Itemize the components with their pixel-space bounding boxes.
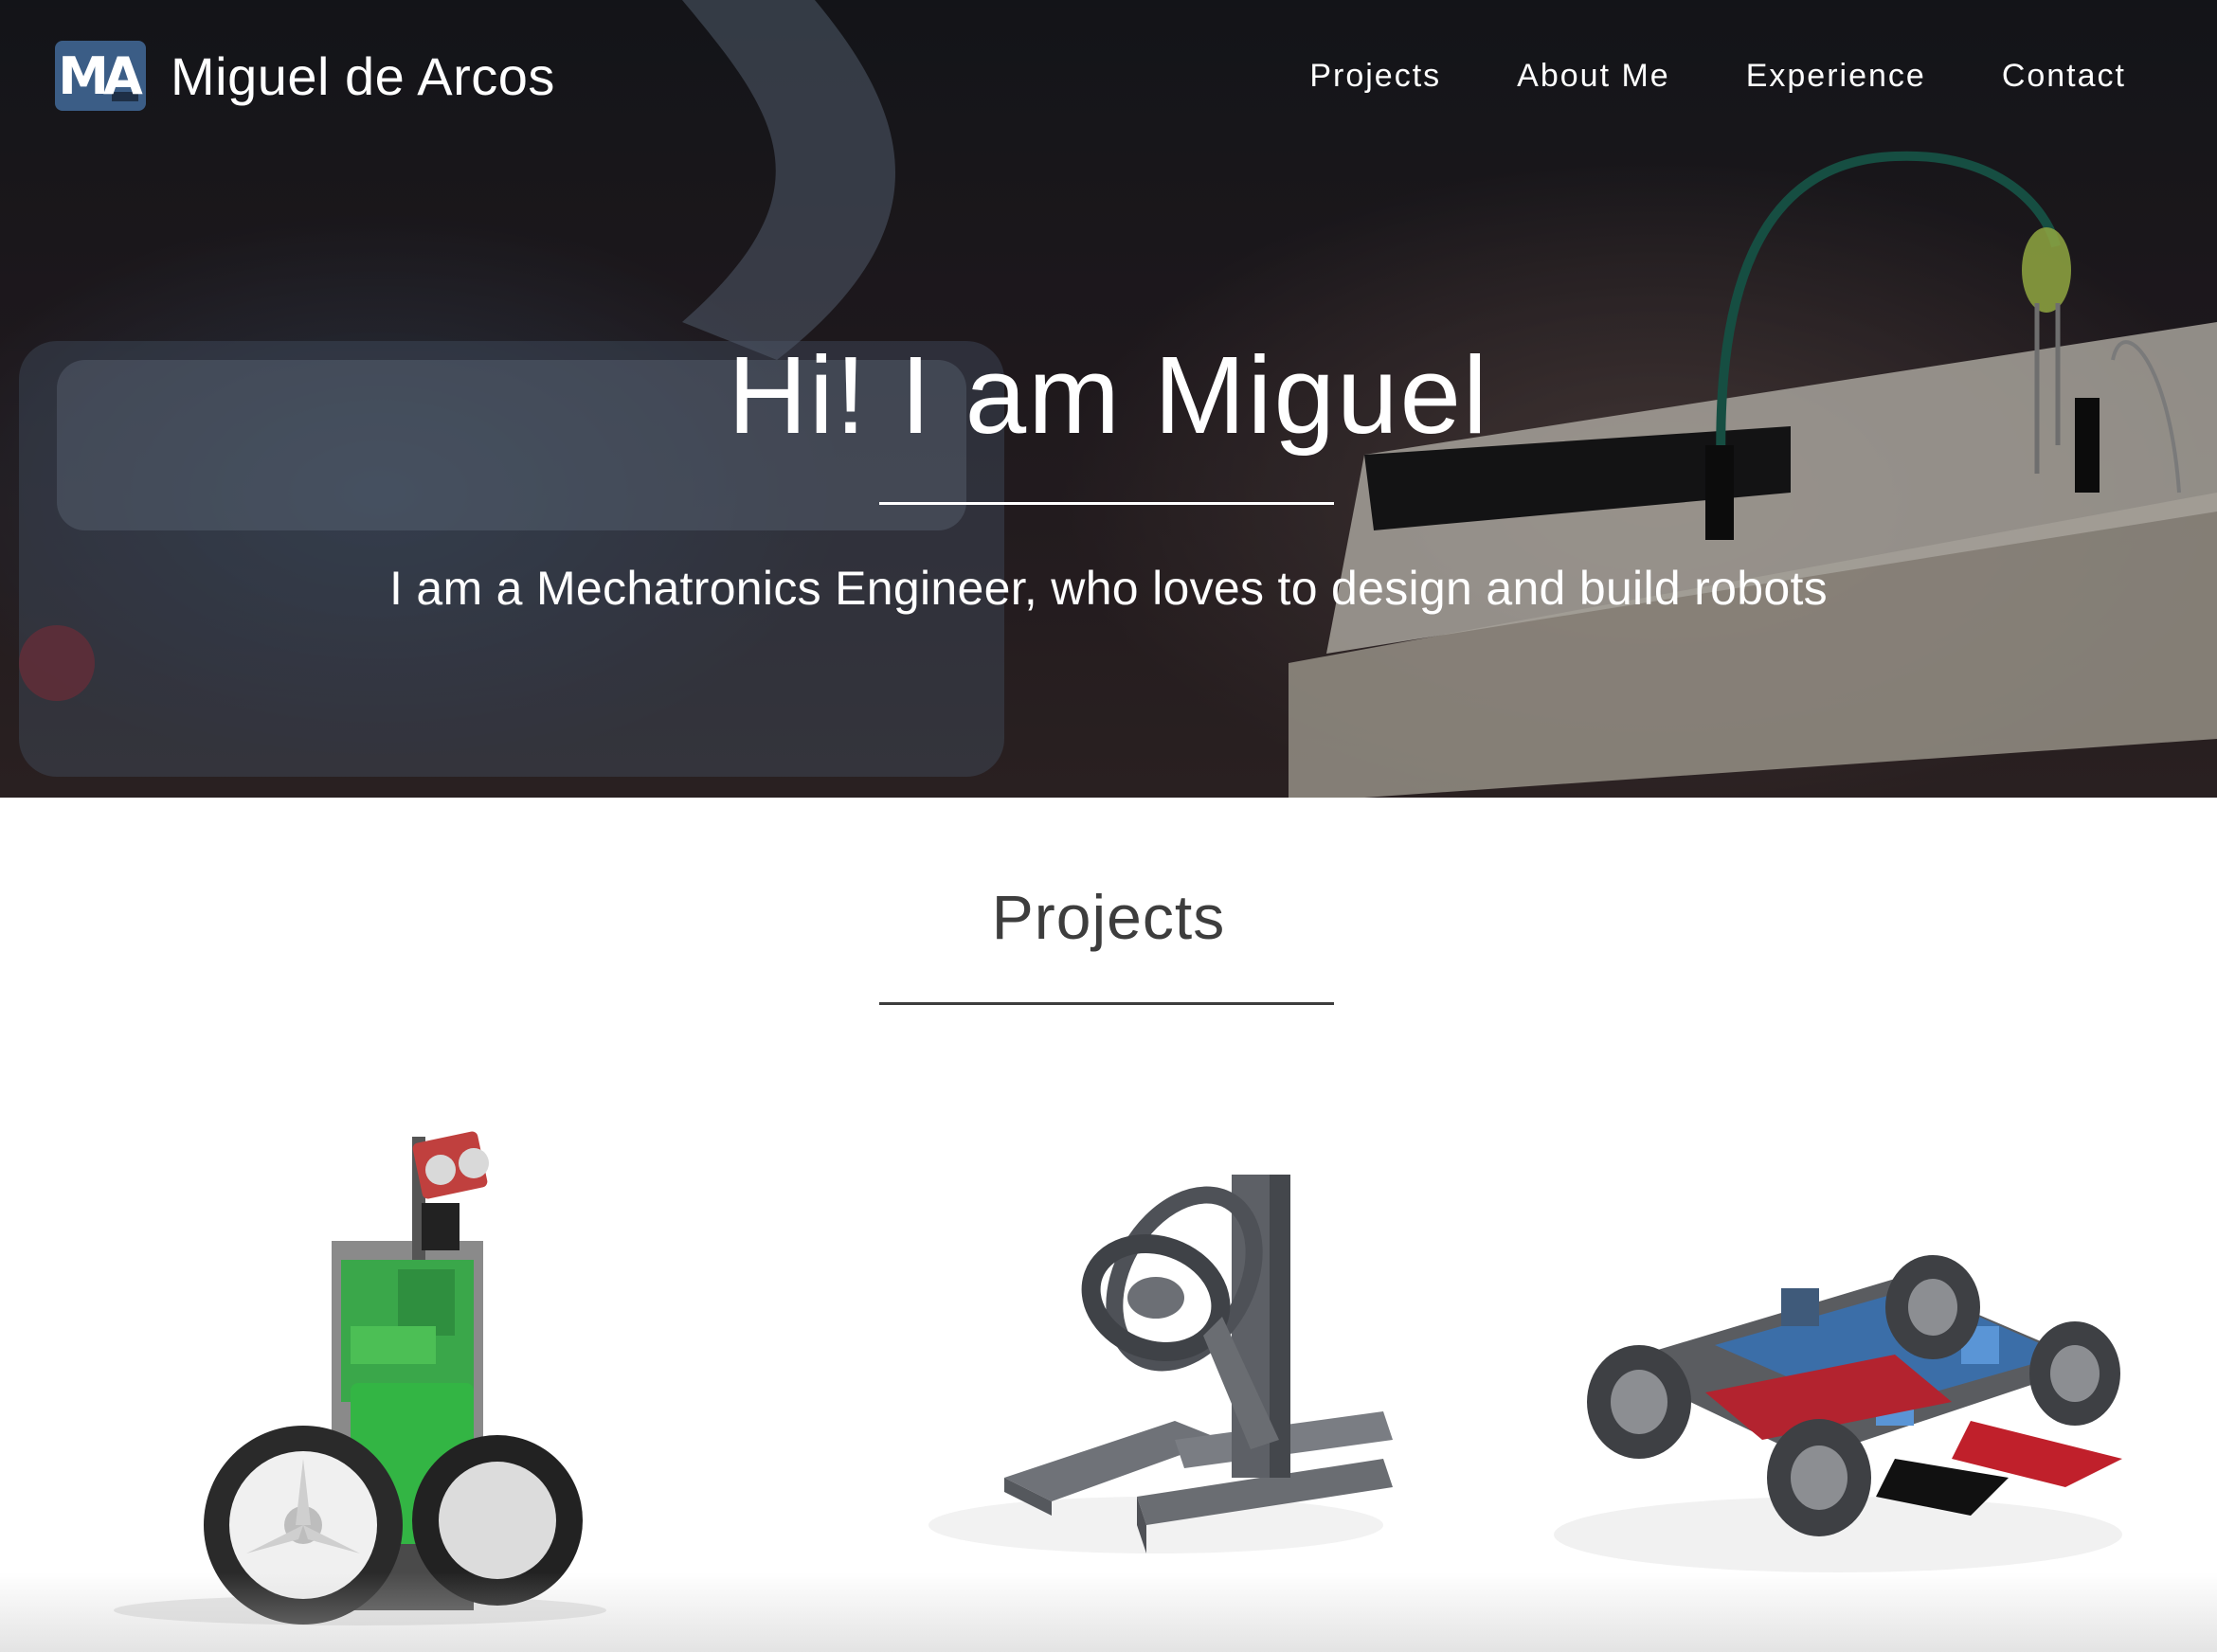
project-card-gimbal-mount[interactable] bbox=[777, 1080, 1440, 1652]
project-card-rover-robot[interactable] bbox=[1497, 1080, 2160, 1652]
projects-divider bbox=[879, 1002, 1334, 1005]
projects-heading: Projects bbox=[991, 882, 1226, 952]
hero-title: Hi! I am Miguel bbox=[728, 333, 1489, 457]
brand[interactable]: MA Miguel de Arcos bbox=[55, 41, 555, 111]
logo-text: MA bbox=[58, 45, 142, 106]
nav-link-projects[interactable]: Projects bbox=[1309, 58, 1441, 95]
project-card-balancing-robot[interactable] bbox=[57, 1080, 720, 1652]
rover-robot-image bbox=[1554, 1255, 2122, 1572]
nav-link-experience[interactable]: Experience bbox=[1746, 58, 1926, 95]
hero-divider bbox=[879, 502, 1334, 505]
brand-name[interactable]: Miguel de Arcos bbox=[171, 45, 555, 107]
logo-icon[interactable]: MA bbox=[55, 41, 146, 111]
hero-subtitle: I am a Mechatronics Engineer, who loves … bbox=[389, 562, 1828, 615]
hero-banner: MA Miguel de Arcos Projects About Me Exp… bbox=[0, 0, 2217, 798]
projects-gallery bbox=[57, 1080, 2160, 1652]
bottom-fade bbox=[0, 1572, 2217, 1652]
top-navbar: MA Miguel de Arcos Projects About Me Exp… bbox=[0, 0, 2217, 152]
nav-link-contact[interactable]: Contact bbox=[2002, 58, 2126, 95]
balancing-robot-image bbox=[114, 1131, 606, 1625]
nav-links: Projects About Me Experience Contact bbox=[1309, 58, 2126, 95]
gimbal-mount-image bbox=[928, 1175, 1393, 1553]
nav-link-about-me[interactable]: About Me bbox=[1517, 58, 1670, 95]
